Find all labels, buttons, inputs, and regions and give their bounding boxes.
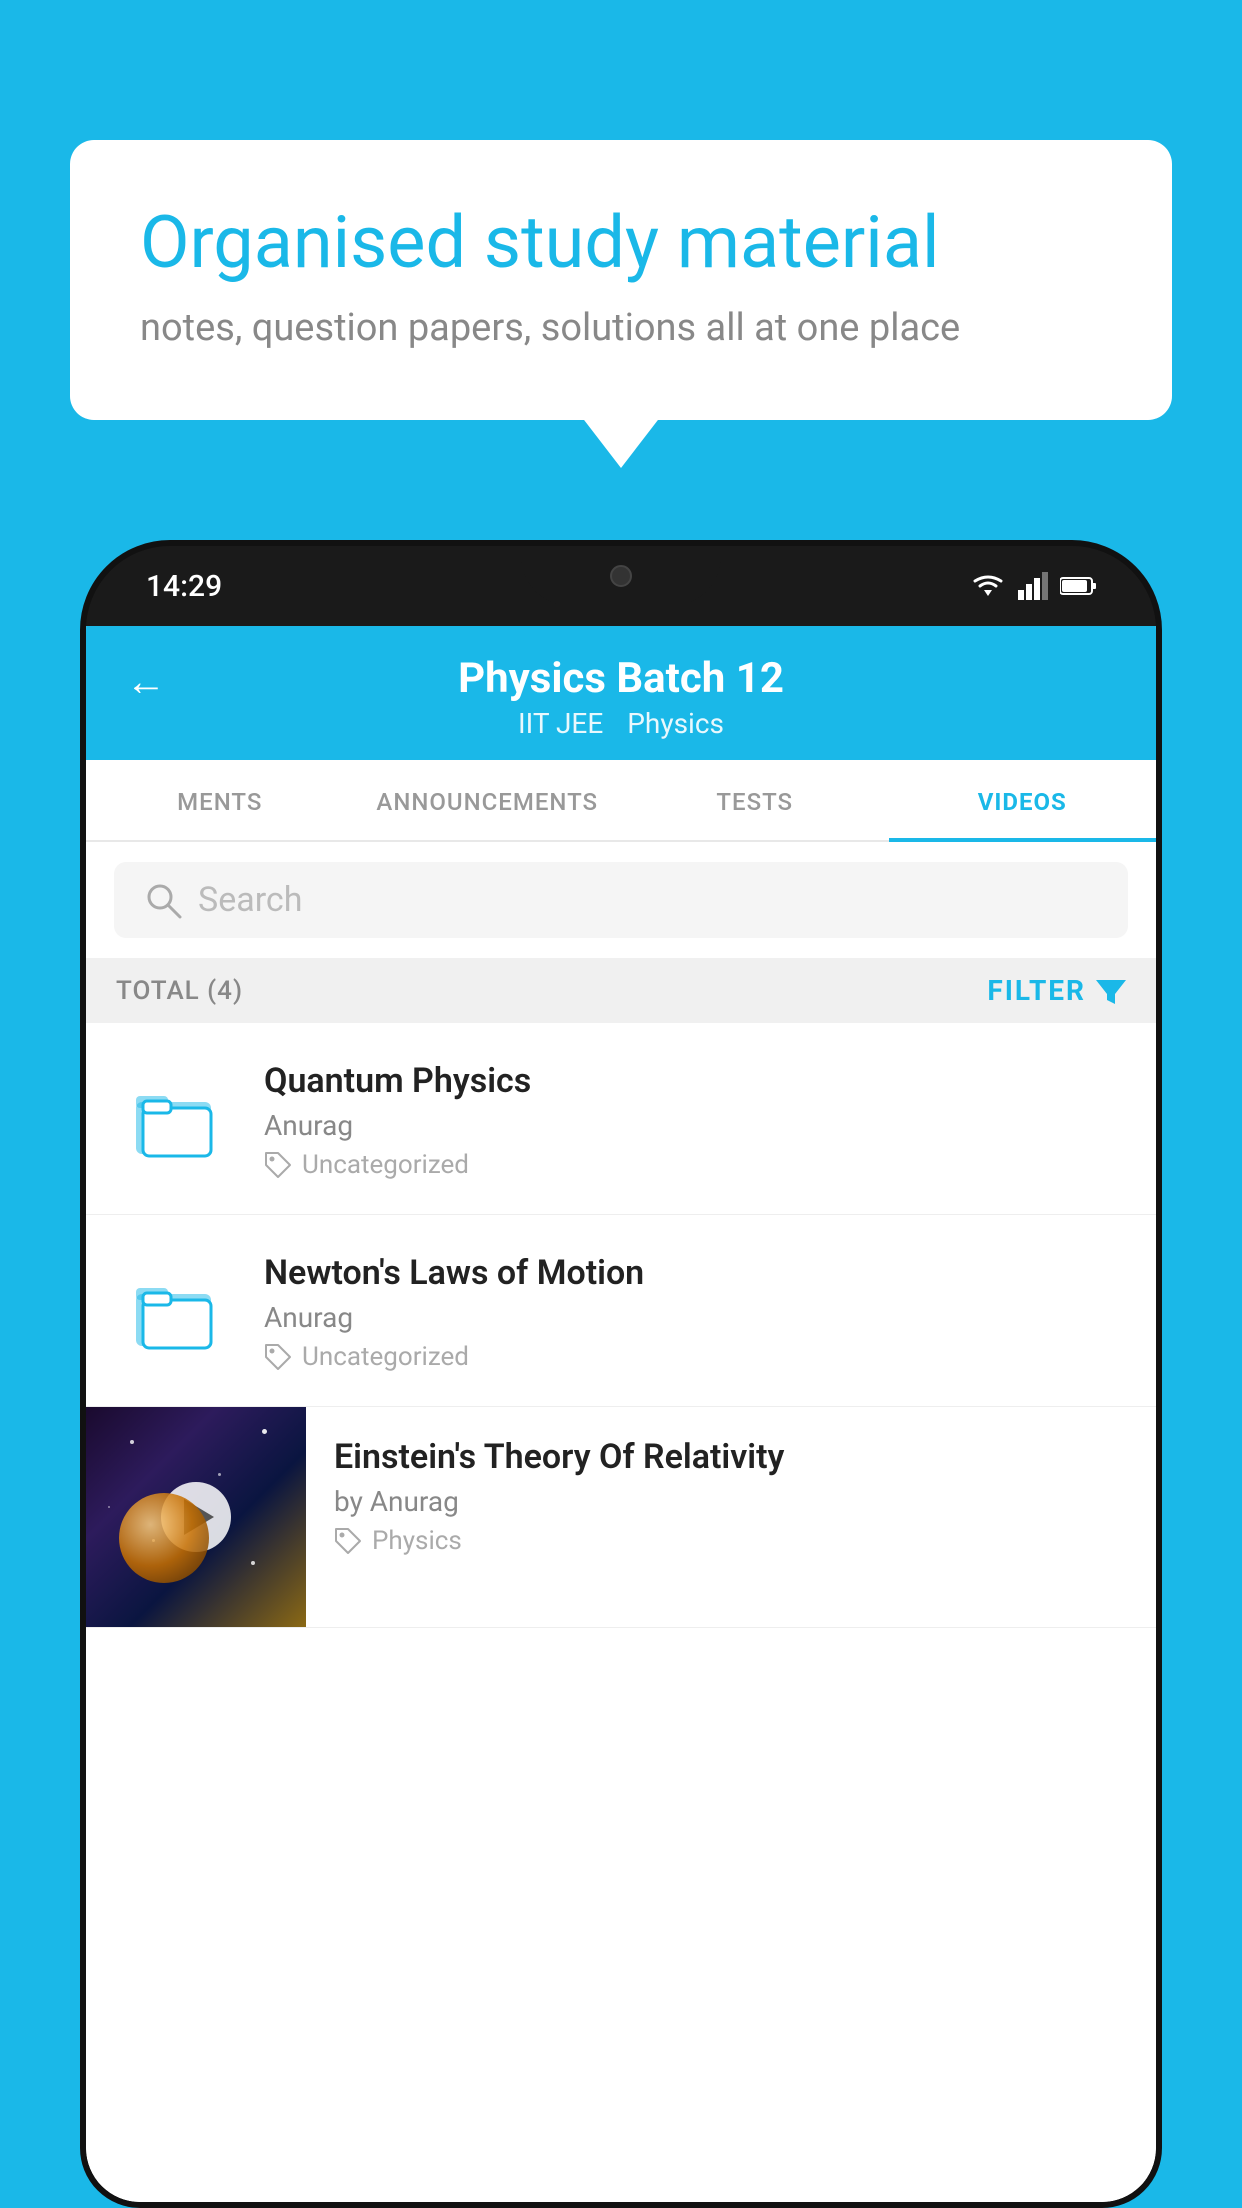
back-button[interactable]: ← xyxy=(126,658,166,705)
wifi-icon xyxy=(970,572,1006,600)
video-tag: Physics xyxy=(334,1526,1126,1556)
search-container: Search xyxy=(86,842,1156,958)
tabs-bar: MENTS ANNOUNCEMENTS TESTS VIDEOS xyxy=(86,760,1156,842)
video-tag: Uncategorized xyxy=(264,1342,1126,1372)
header-subtitle: IIT JEE Physics xyxy=(518,707,724,740)
folder-icon xyxy=(131,1072,221,1162)
signal-icon xyxy=(1018,572,1048,600)
tab-ments[interactable]: MENTS xyxy=(86,760,354,840)
video-info: Einstein's Theory Of Relativity by Anura… xyxy=(306,1407,1156,1586)
search-bar[interactable]: Search xyxy=(114,862,1128,938)
camera xyxy=(610,565,632,587)
phone-frame: 14:29 xyxy=(80,540,1162,2208)
status-time: 14:29 xyxy=(146,569,222,604)
search-icon xyxy=(144,881,182,919)
folder-icon-container xyxy=(116,1057,236,1177)
video-title: Einstein's Theory Of Relativity xyxy=(334,1437,1126,1477)
app-screen: ← Physics Batch 12 IIT JEE Physics MENTS… xyxy=(86,626,1156,2202)
tab-videos[interactable]: VIDEOS xyxy=(889,760,1157,840)
video-list: Quantum Physics Anurag Uncategorized xyxy=(86,1023,1156,2202)
video-tag: Uncategorized xyxy=(264,1150,1126,1180)
video-info: Newton's Laws of Motion Anurag Uncategor… xyxy=(264,1249,1126,1372)
header-title: Physics Batch 12 xyxy=(458,654,784,703)
app-header: ← Physics Batch 12 IIT JEE Physics xyxy=(86,626,1156,760)
video-thumbnail xyxy=(86,1407,306,1627)
stars-background xyxy=(86,1407,306,1627)
tab-tests[interactable]: TESTS xyxy=(621,760,889,840)
total-count: TOTAL (4) xyxy=(116,976,243,1006)
folder-icon-container xyxy=(116,1249,236,1369)
video-author: Anurag xyxy=(264,1301,1126,1334)
video-title: Newton's Laws of Motion xyxy=(264,1253,1126,1293)
header-subtitle-left: IIT JEE xyxy=(518,707,603,740)
filter-bar: TOTAL (4) FILTER xyxy=(86,958,1156,1023)
video-info: Quantum Physics Anurag Uncategorized xyxy=(264,1057,1126,1180)
status-icons xyxy=(970,572,1096,600)
filter-label: FILTER xyxy=(987,974,1086,1007)
speech-bubble-section: Organised study material notes, question… xyxy=(70,140,1172,420)
bubble-title: Organised study material xyxy=(140,200,1102,286)
tag-icon xyxy=(264,1151,292,1179)
tab-announcements[interactable]: ANNOUNCEMENTS xyxy=(354,760,622,840)
tag-icon xyxy=(334,1527,362,1555)
status-bar: 14:29 xyxy=(86,546,1156,626)
search-placeholder: Search xyxy=(198,880,302,920)
video-author: by Anurag xyxy=(334,1485,1126,1518)
filter-button[interactable]: FILTER xyxy=(987,974,1126,1007)
list-item[interactable]: Einstein's Theory Of Relativity by Anura… xyxy=(86,1407,1156,1628)
tag-icon xyxy=(264,1343,292,1371)
speech-bubble: Organised study material notes, question… xyxy=(70,140,1172,420)
battery-icon xyxy=(1060,576,1096,596)
tag-label: Physics xyxy=(372,1526,462,1556)
notch xyxy=(521,546,721,606)
header-subtitle-right: Physics xyxy=(627,707,724,740)
video-author: Anurag xyxy=(264,1109,1126,1142)
video-title: Quantum Physics xyxy=(264,1061,1126,1101)
list-item[interactable]: Newton's Laws of Motion Anurag Uncategor… xyxy=(86,1215,1156,1407)
tag-label: Uncategorized xyxy=(302,1342,469,1372)
list-item[interactable]: Quantum Physics Anurag Uncategorized xyxy=(86,1023,1156,1215)
folder-icon xyxy=(131,1264,221,1354)
filter-icon xyxy=(1096,976,1126,1006)
bubble-subtitle: notes, question papers, solutions all at… xyxy=(140,306,1102,350)
tag-label: Uncategorized xyxy=(302,1150,469,1180)
